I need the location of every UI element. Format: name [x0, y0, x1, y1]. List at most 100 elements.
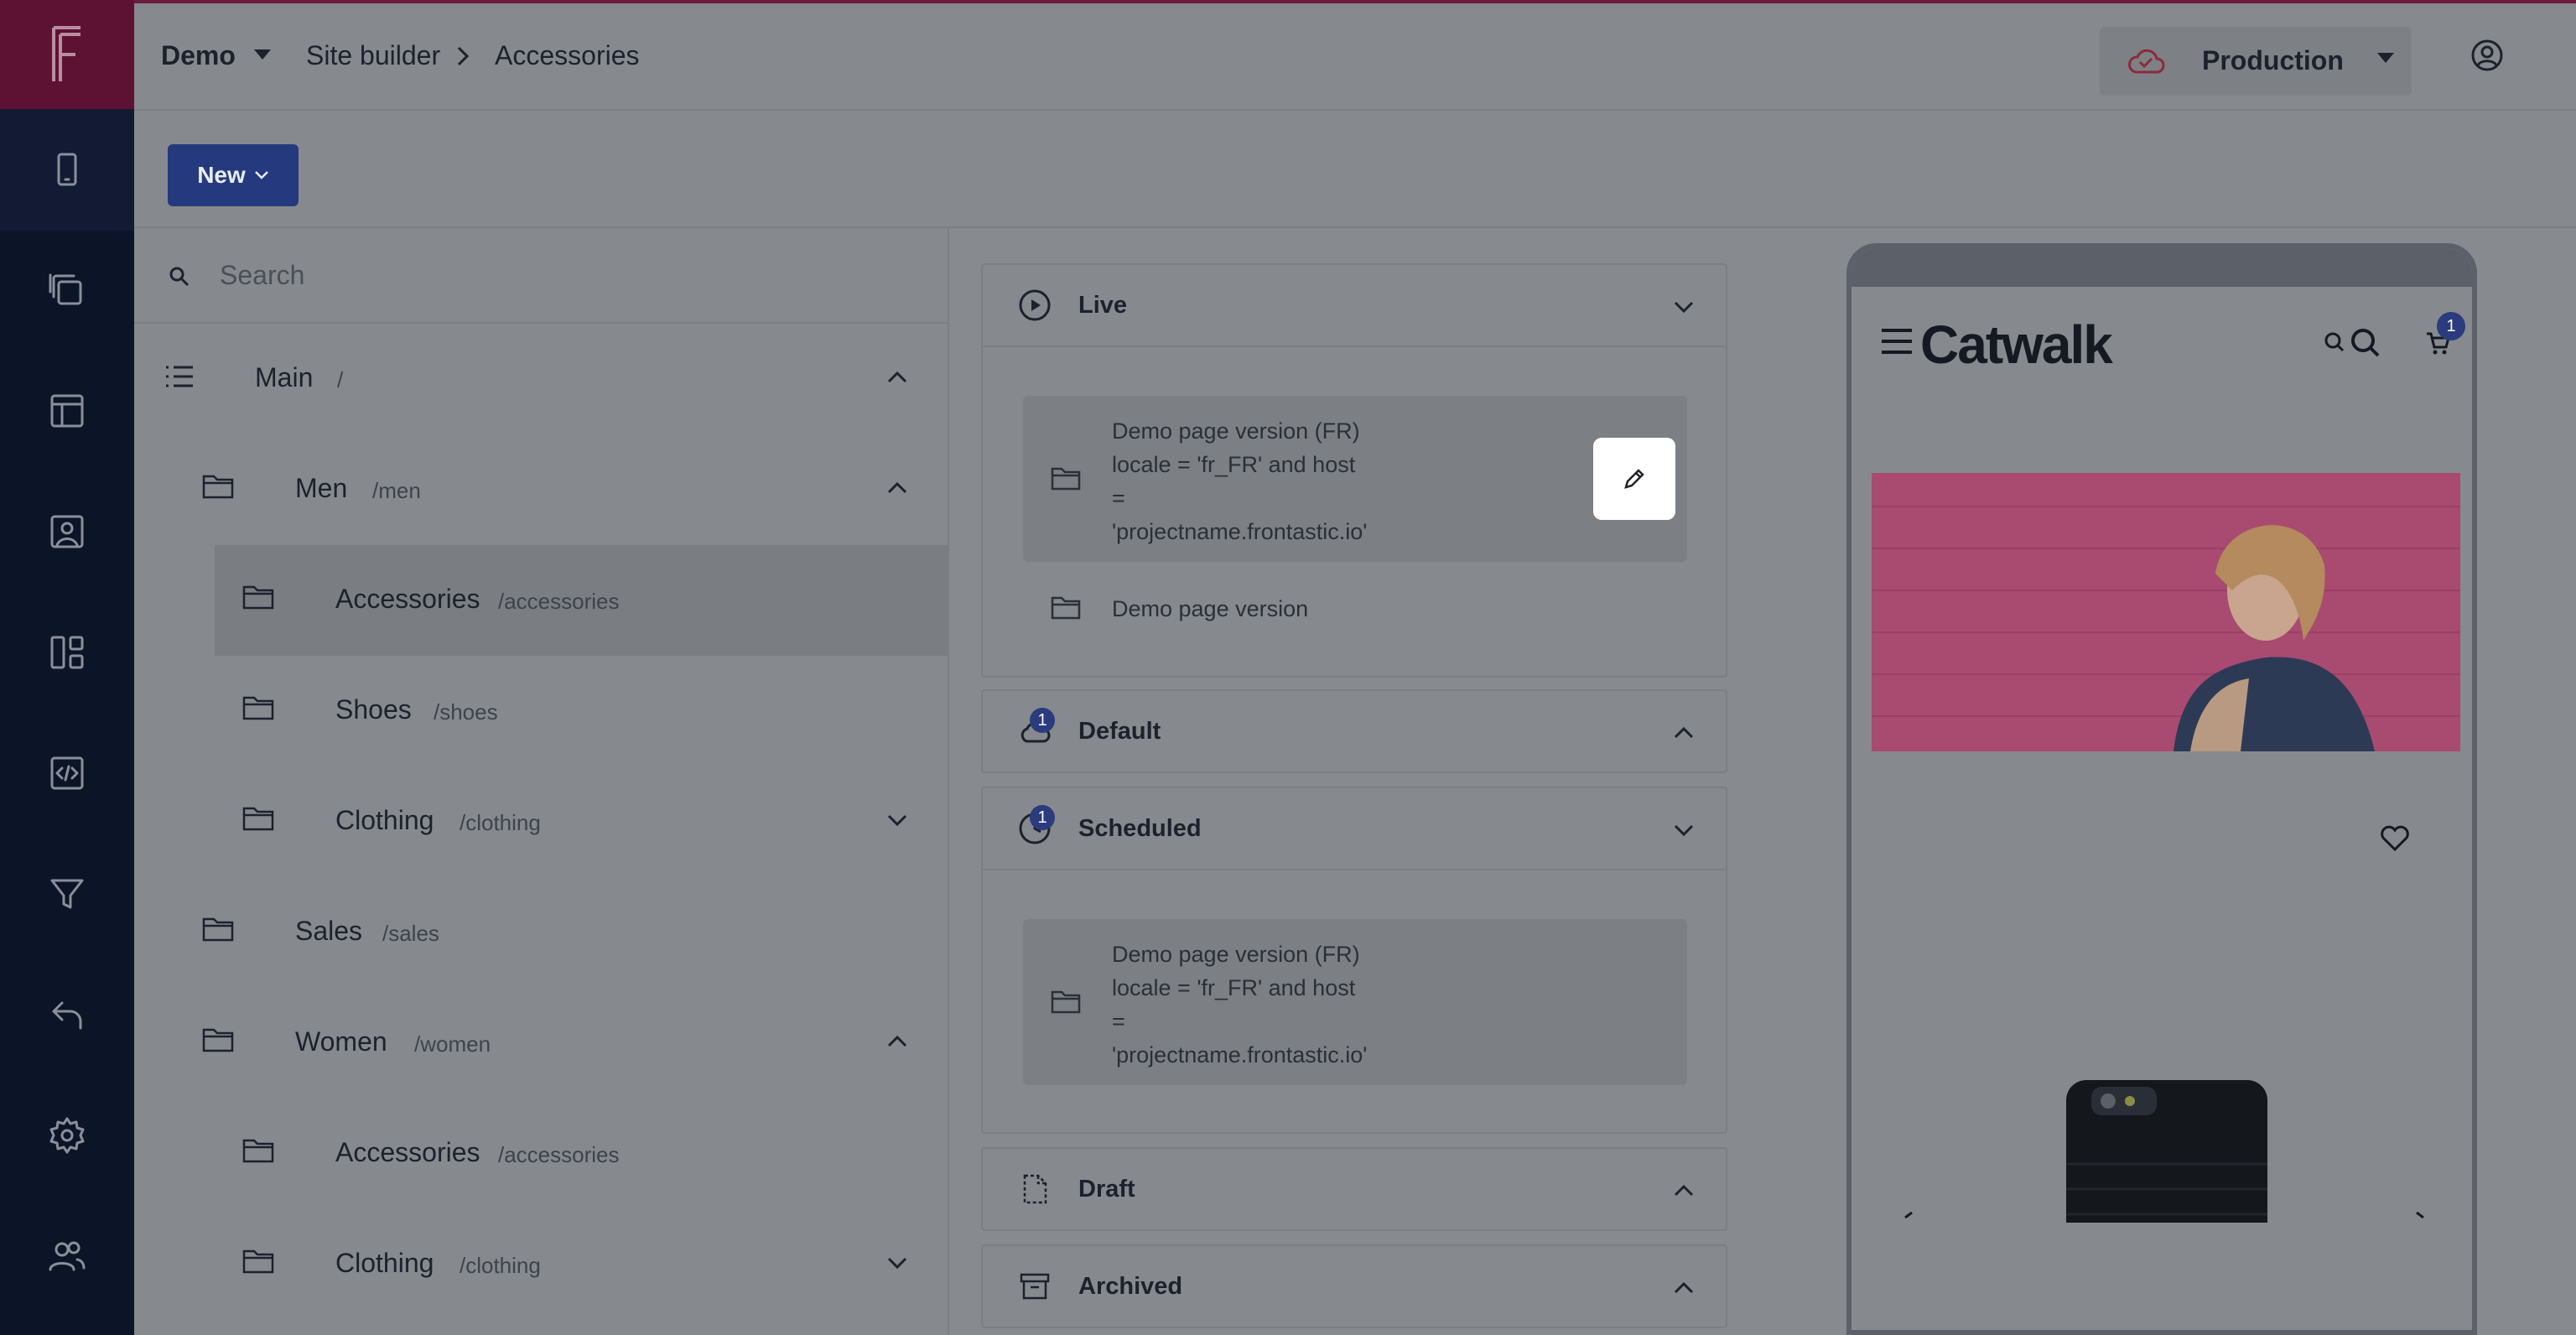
tree-item-name: Shoes — [335, 694, 412, 725]
toolbar: New — [134, 111, 2576, 228]
app-logo[interactable] — [0, 0, 134, 109]
chevron-down-icon[interactable] — [886, 1251, 909, 1275]
hero-photo-illustration — [1872, 473, 2460, 751]
tree-item-accessories-selected[interactable]: Accessories /accessories — [215, 545, 948, 656]
redirects-back-icon[interactable] — [42, 990, 92, 1040]
live-section-header[interactable]: Live — [983, 265, 1726, 347]
tree-item-main[interactable]: Main / — [134, 324, 948, 434]
environment-selector[interactable]: Production — [2100, 27, 2412, 96]
tree-item-women-clothing[interactable]: Clothing /clothing — [134, 1209, 948, 1320]
tree-item-path: /shoes — [434, 699, 498, 725]
media-icon[interactable] — [42, 506, 92, 557]
product-phone-case-image[interactable] — [2066, 1080, 2267, 1223]
tree-item-path: /women — [414, 1031, 491, 1057]
project-dropdown-icon[interactable] — [253, 49, 272, 60]
folder-icon — [1051, 990, 1081, 1014]
team-users-icon[interactable] — [42, 1231, 92, 1281]
chevron-up-icon[interactable] — [886, 366, 909, 389]
draft-section-header[interactable]: Draft — [983, 1149, 1726, 1231]
tree-item-sales[interactable]: Sales /sales — [134, 877, 948, 988]
draft-versions-card: Draft — [981, 1147, 1727, 1231]
tree-item-clothing[interactable]: Clothing /clothing — [134, 766, 948, 877]
environment-dropdown-icon — [2377, 53, 2394, 63]
tree-item-men[interactable]: Men /men — [134, 434, 948, 545]
cart-count-badge: 1 — [2437, 312, 2465, 340]
breadcrumb-site-builder[interactable]: Site builder — [306, 40, 440, 71]
filter-icon[interactable] — [42, 869, 92, 919]
mobile-preview: Catwalk — [1846, 243, 2477, 1335]
tree-item-path: /sales — [382, 921, 439, 946]
breadcrumb-separator-icon — [457, 46, 470, 66]
tree-item-name: Clothing — [335, 1248, 434, 1278]
top-bar: Demo Site builder Accessories Production — [134, 3, 2576, 111]
live-versions-card: Live Demo page version (FR) locale = 'fr… — [981, 263, 1727, 678]
tree-item-shoes[interactable]: Shoes /shoes — [134, 656, 948, 766]
chevron-up-icon — [1674, 726, 1694, 739]
pencil-icon — [1624, 469, 1644, 489]
archived-section-header[interactable]: Archived — [983, 1246, 1726, 1328]
search-input[interactable]: Search — [220, 260, 304, 291]
folder-icon — [202, 475, 234, 499]
archived-section-title: Archived — [1078, 1273, 1183, 1300]
version-description: Demo page version (FR) locale = 'fr_FR' … — [1112, 942, 1368, 1067]
project-switcher[interactable]: Demo — [161, 40, 236, 71]
hero-banner-image[interactable] — [1872, 473, 2460, 751]
new-button-label: New — [197, 162, 246, 188]
draft-document-icon — [1023, 1174, 1047, 1204]
chevron-up-icon[interactable] — [886, 1030, 909, 1053]
play-circle-icon — [1019, 289, 1051, 321]
folder-icon — [1051, 467, 1081, 491]
hamburger-menu-icon[interactable] — [1880, 327, 1914, 356]
folder-icon — [202, 1028, 234, 1052]
side-navigation — [0, 0, 134, 1335]
chevron-down-icon — [1674, 824, 1694, 837]
site-builder-icon[interactable] — [42, 144, 92, 195]
folder-icon — [242, 807, 274, 831]
archived-versions-card: Archived — [981, 1244, 1727, 1328]
store-brand-logo[interactable]: Catwalk — [1920, 314, 2113, 376]
tree-item-women[interactable]: Women /women — [134, 988, 948, 1099]
chevron-up-icon[interactable] — [886, 476, 909, 500]
scheduled-version-item-fr[interactable]: Demo page version (FR) locale = 'fr_FR' … — [1023, 919, 1687, 1085]
components-icon[interactable] — [42, 627, 92, 678]
tree-search[interactable]: Search — [134, 228, 948, 324]
scheduled-versions-card: Scheduled Demo page version (FR) locale … — [981, 787, 1727, 1134]
layout-icon[interactable] — [42, 386, 92, 436]
tree-item-name: Accessories — [335, 584, 480, 614]
pages-copy-icon[interactable] — [42, 265, 92, 315]
carousel-prev-icon[interactable] — [1902, 1211, 1915, 1221]
tree-item-name: Main — [255, 362, 314, 392]
developer-code-icon[interactable] — [42, 748, 92, 798]
edit-version-button[interactable] — [1593, 438, 1675, 520]
list-icon — [166, 366, 193, 387]
search-icon — [169, 267, 190, 287]
chevron-down-icon[interactable] — [886, 808, 909, 832]
version-item-default[interactable]: Demo page version — [1023, 577, 1687, 644]
tree-item-path: /accessories — [498, 1142, 620, 1167]
new-button[interactable]: New — [168, 144, 299, 206]
search-icon[interactable] — [2321, 327, 2385, 361]
settings-gear-icon[interactable] — [42, 1110, 92, 1161]
default-section-header[interactable]: Default — [983, 691, 1726, 773]
frontastic-logo-icon — [52, 26, 80, 81]
tree-item-name: Women — [295, 1026, 387, 1057]
version-item-fr[interactable]: Demo page version (FR) locale = 'fr_FR' … — [1023, 396, 1687, 562]
phone-notch-bar — [1852, 248, 2472, 287]
tree-item-path: /accessories — [498, 589, 620, 614]
wishlist-heart-icon[interactable] — [2380, 825, 2410, 852]
tree-item-women-accessories[interactable]: Accessories /accessories — [134, 1099, 948, 1209]
scheduled-section-header[interactable]: Scheduled — [983, 788, 1726, 870]
folder-icon — [202, 917, 234, 942]
scheduled-section-title: Scheduled — [1078, 815, 1202, 842]
environment-label: Production — [2202, 45, 2344, 75]
tree-item-path: /men — [372, 478, 421, 503]
user-account-icon[interactable] — [2470, 39, 2504, 72]
scheduled-count-badge: 1 — [1030, 805, 1055, 830]
folder-icon — [242, 1139, 274, 1163]
folder-icon — [242, 696, 274, 720]
page-tree-panel: Search Main / Men /men Accessories /acce… — [134, 228, 949, 1335]
live-section-title: Live — [1078, 292, 1128, 319]
folder-icon — [242, 585, 274, 610]
tree-item-name: Sales — [295, 916, 363, 946]
carousel-next-icon[interactable] — [2413, 1211, 2427, 1221]
